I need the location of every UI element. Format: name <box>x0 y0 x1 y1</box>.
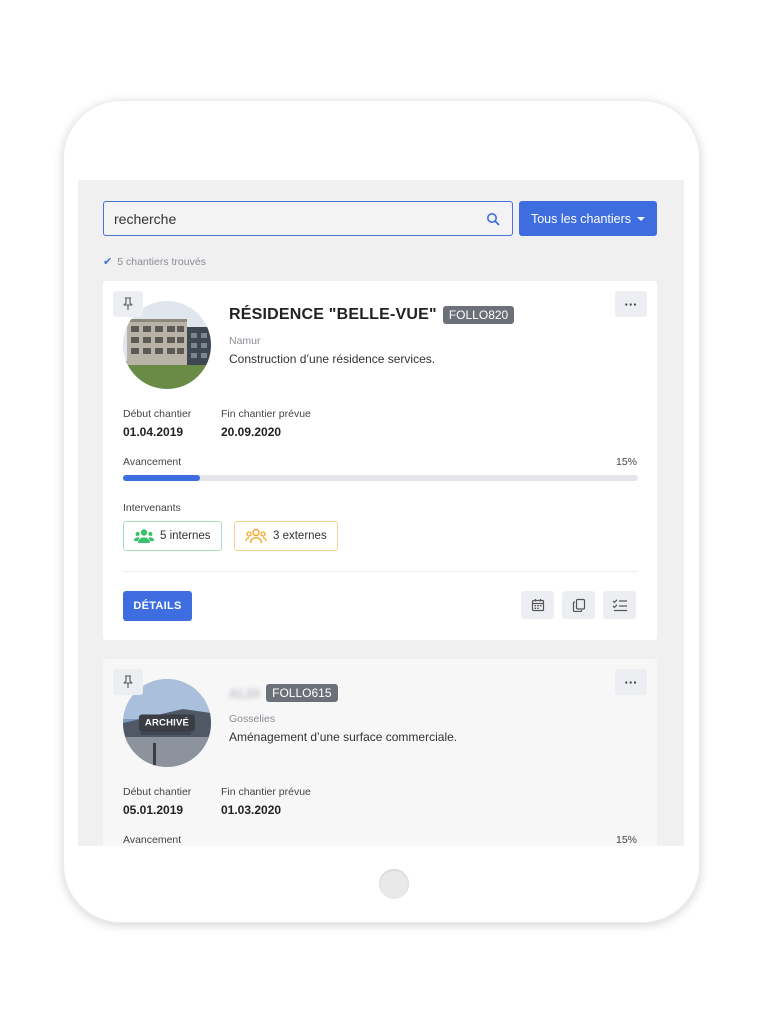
start-date-label: Début chantier <box>123 786 192 798</box>
users-icon <box>134 529 154 543</box>
end-date-block: Fin chantier prévue 01.03.2020 <box>221 786 311 817</box>
checklist-icon <box>612 599 627 612</box>
end-date-value: 20.09.2020 <box>221 425 282 439</box>
progress-percent: 15% <box>615 834 637 846</box>
result-count: ✔ 5 chantiers trouvés <box>103 255 206 269</box>
end-date-block: Fin chantier prévue 20.09.2020 <box>221 408 311 439</box>
project-location: Gosselies <box>229 713 276 725</box>
end-date-value: 01.03.2020 <box>221 803 282 817</box>
search-box <box>103 201 513 236</box>
project-location: Namur <box>229 335 261 347</box>
search-icon[interactable] <box>486 212 500 226</box>
project-description: Construction d’une résidence services. <box>229 352 436 366</box>
end-date-label: Fin chantier prévue <box>221 408 311 420</box>
progress-percent: 15% <box>615 456 637 468</box>
app-screen: Tous les chantiers ✔ 5 chantiers trouvés… <box>78 180 684 846</box>
title-row: ALDI FOLLO615 <box>229 684 338 702</box>
copy-icon <box>572 598 585 612</box>
intervenants-label: Intervenants <box>123 502 181 514</box>
start-date-value: 01.04.2019 <box>123 425 184 439</box>
pin-icon <box>123 297 133 310</box>
details-button[interactable]: DÉTAILS <box>123 591 192 621</box>
calendar-button[interactable] <box>521 591 554 619</box>
card-divider <box>123 571 638 572</box>
pin-button[interactable] <box>113 669 143 695</box>
start-date-block: Début chantier 01.04.2019 <box>123 408 191 439</box>
checklist-button[interactable] <box>603 591 636 619</box>
project-title[interactable]: RÉSIDENCE "BELLE-VUE" <box>229 306 437 324</box>
internal-count: 5 internes <box>160 530 211 542</box>
search-input[interactable] <box>104 202 512 235</box>
project-description: Aménagement d’une surface commerciale. <box>229 730 458 744</box>
start-date-value: 05.01.2019 <box>123 803 184 817</box>
project-card: ··· ARCHIVÉ ALDI FOLLO615 Gosselies Amén… <box>103 659 657 846</box>
result-count-text: 5 chantiers trouvés <box>117 255 206 268</box>
chevron-down-icon <box>637 216 646 221</box>
start-date-block: Début chantier 05.01.2019 <box>123 786 191 817</box>
home-button[interactable] <box>379 869 409 899</box>
more-options-button[interactable]: ··· <box>615 669 647 695</box>
filter-dropdown-button[interactable]: Tous les chantiers <box>519 201 657 236</box>
project-card: ··· RÉSIDENCE "BELLE-VUE" FOLLO820 Namur… <box>103 281 657 640</box>
project-code-badge: FOLLO820 <box>442 306 515 324</box>
pin-icon <box>123 675 133 688</box>
progress-label: Avancement <box>123 834 182 846</box>
progress-label: Avancement <box>123 456 182 468</box>
title-row: RÉSIDENCE "BELLE-VUE" FOLLO820 <box>229 306 515 324</box>
start-date-label: Début chantier <box>123 408 192 420</box>
project-code-badge: FOLLO615 <box>266 684 338 702</box>
calendar-icon <box>531 599 544 612</box>
archived-badge: ARCHIVÉ <box>138 714 196 732</box>
ellipsis-icon: ··· <box>624 674 638 690</box>
progress-bar <box>123 475 638 481</box>
pin-button[interactable] <box>113 291 143 317</box>
filter-label: Tous les chantiers <box>530 211 632 226</box>
check-icon: ✔ <box>103 256 113 268</box>
end-date-label: Fin chantier prévue <box>221 786 311 798</box>
external-contributors-chip[interactable]: 3 externes <box>234 521 338 551</box>
more-options-button[interactable]: ··· <box>615 291 647 317</box>
project-title[interactable]: ALDI <box>229 686 260 701</box>
progress-fill <box>123 475 201 481</box>
ellipsis-icon: ··· <box>624 296 638 312</box>
tablet-frame: Tous les chantiers ✔ 5 chantiers trouvés… <box>63 100 700 923</box>
internal-contributors-chip[interactable]: 5 internes <box>123 521 222 551</box>
group-icon <box>245 528 267 544</box>
copy-button[interactable] <box>562 591 595 619</box>
external-count: 3 externes <box>273 530 327 542</box>
